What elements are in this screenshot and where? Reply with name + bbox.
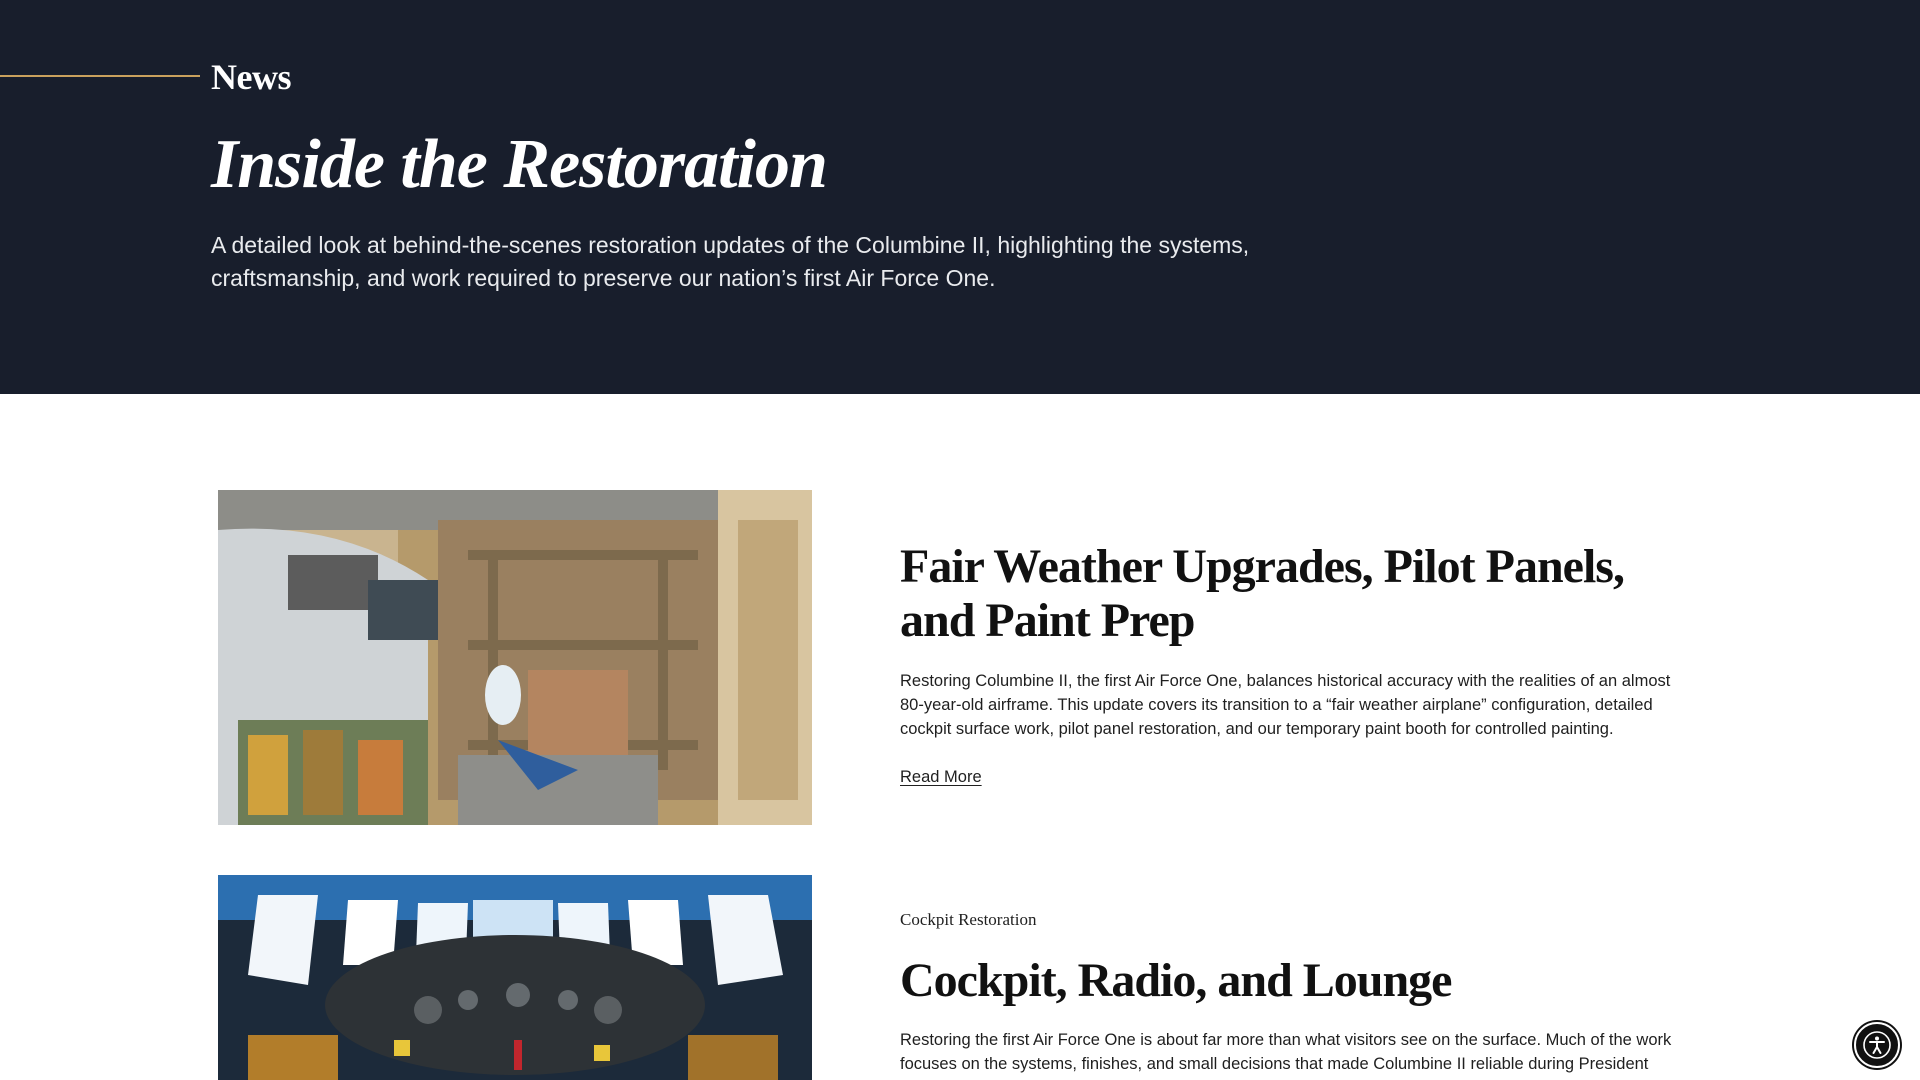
accessibility-icon — [1863, 1031, 1891, 1059]
article-title[interactable]: Cockpit, Radio, and Lounge — [900, 954, 1690, 1008]
fuselage-interior-photo — [218, 490, 812, 825]
article-image-cockpit[interactable] — [218, 875, 812, 1080]
article-category: Cockpit Restoration — [900, 910, 1037, 929]
section-eyebrow: News — [211, 57, 291, 97]
article-excerpt: Restoring the first Air Force One is abo… — [900, 1031, 1672, 1073]
hero-banner: News Inside the Restoration A detailed l… — [0, 0, 1920, 394]
cockpit-photo — [218, 875, 812, 1080]
article-image-fuselage-interior[interactable] — [218, 490, 812, 825]
decorative-rule — [0, 75, 200, 77]
read-more-link[interactable]: Read More — [900, 768, 982, 787]
accessibility-button[interactable] — [1854, 1022, 1900, 1068]
article-excerpt: Restoring Columbine II, the first Air Fo… — [900, 672, 1671, 738]
article-title[interactable]: Fair Weather Upgrades, Pilot Panels, and… — [900, 540, 1690, 648]
page-title: Inside the Restoration — [211, 126, 828, 203]
page-description: A detailed look at behind-the-scenes res… — [211, 232, 1250, 291]
